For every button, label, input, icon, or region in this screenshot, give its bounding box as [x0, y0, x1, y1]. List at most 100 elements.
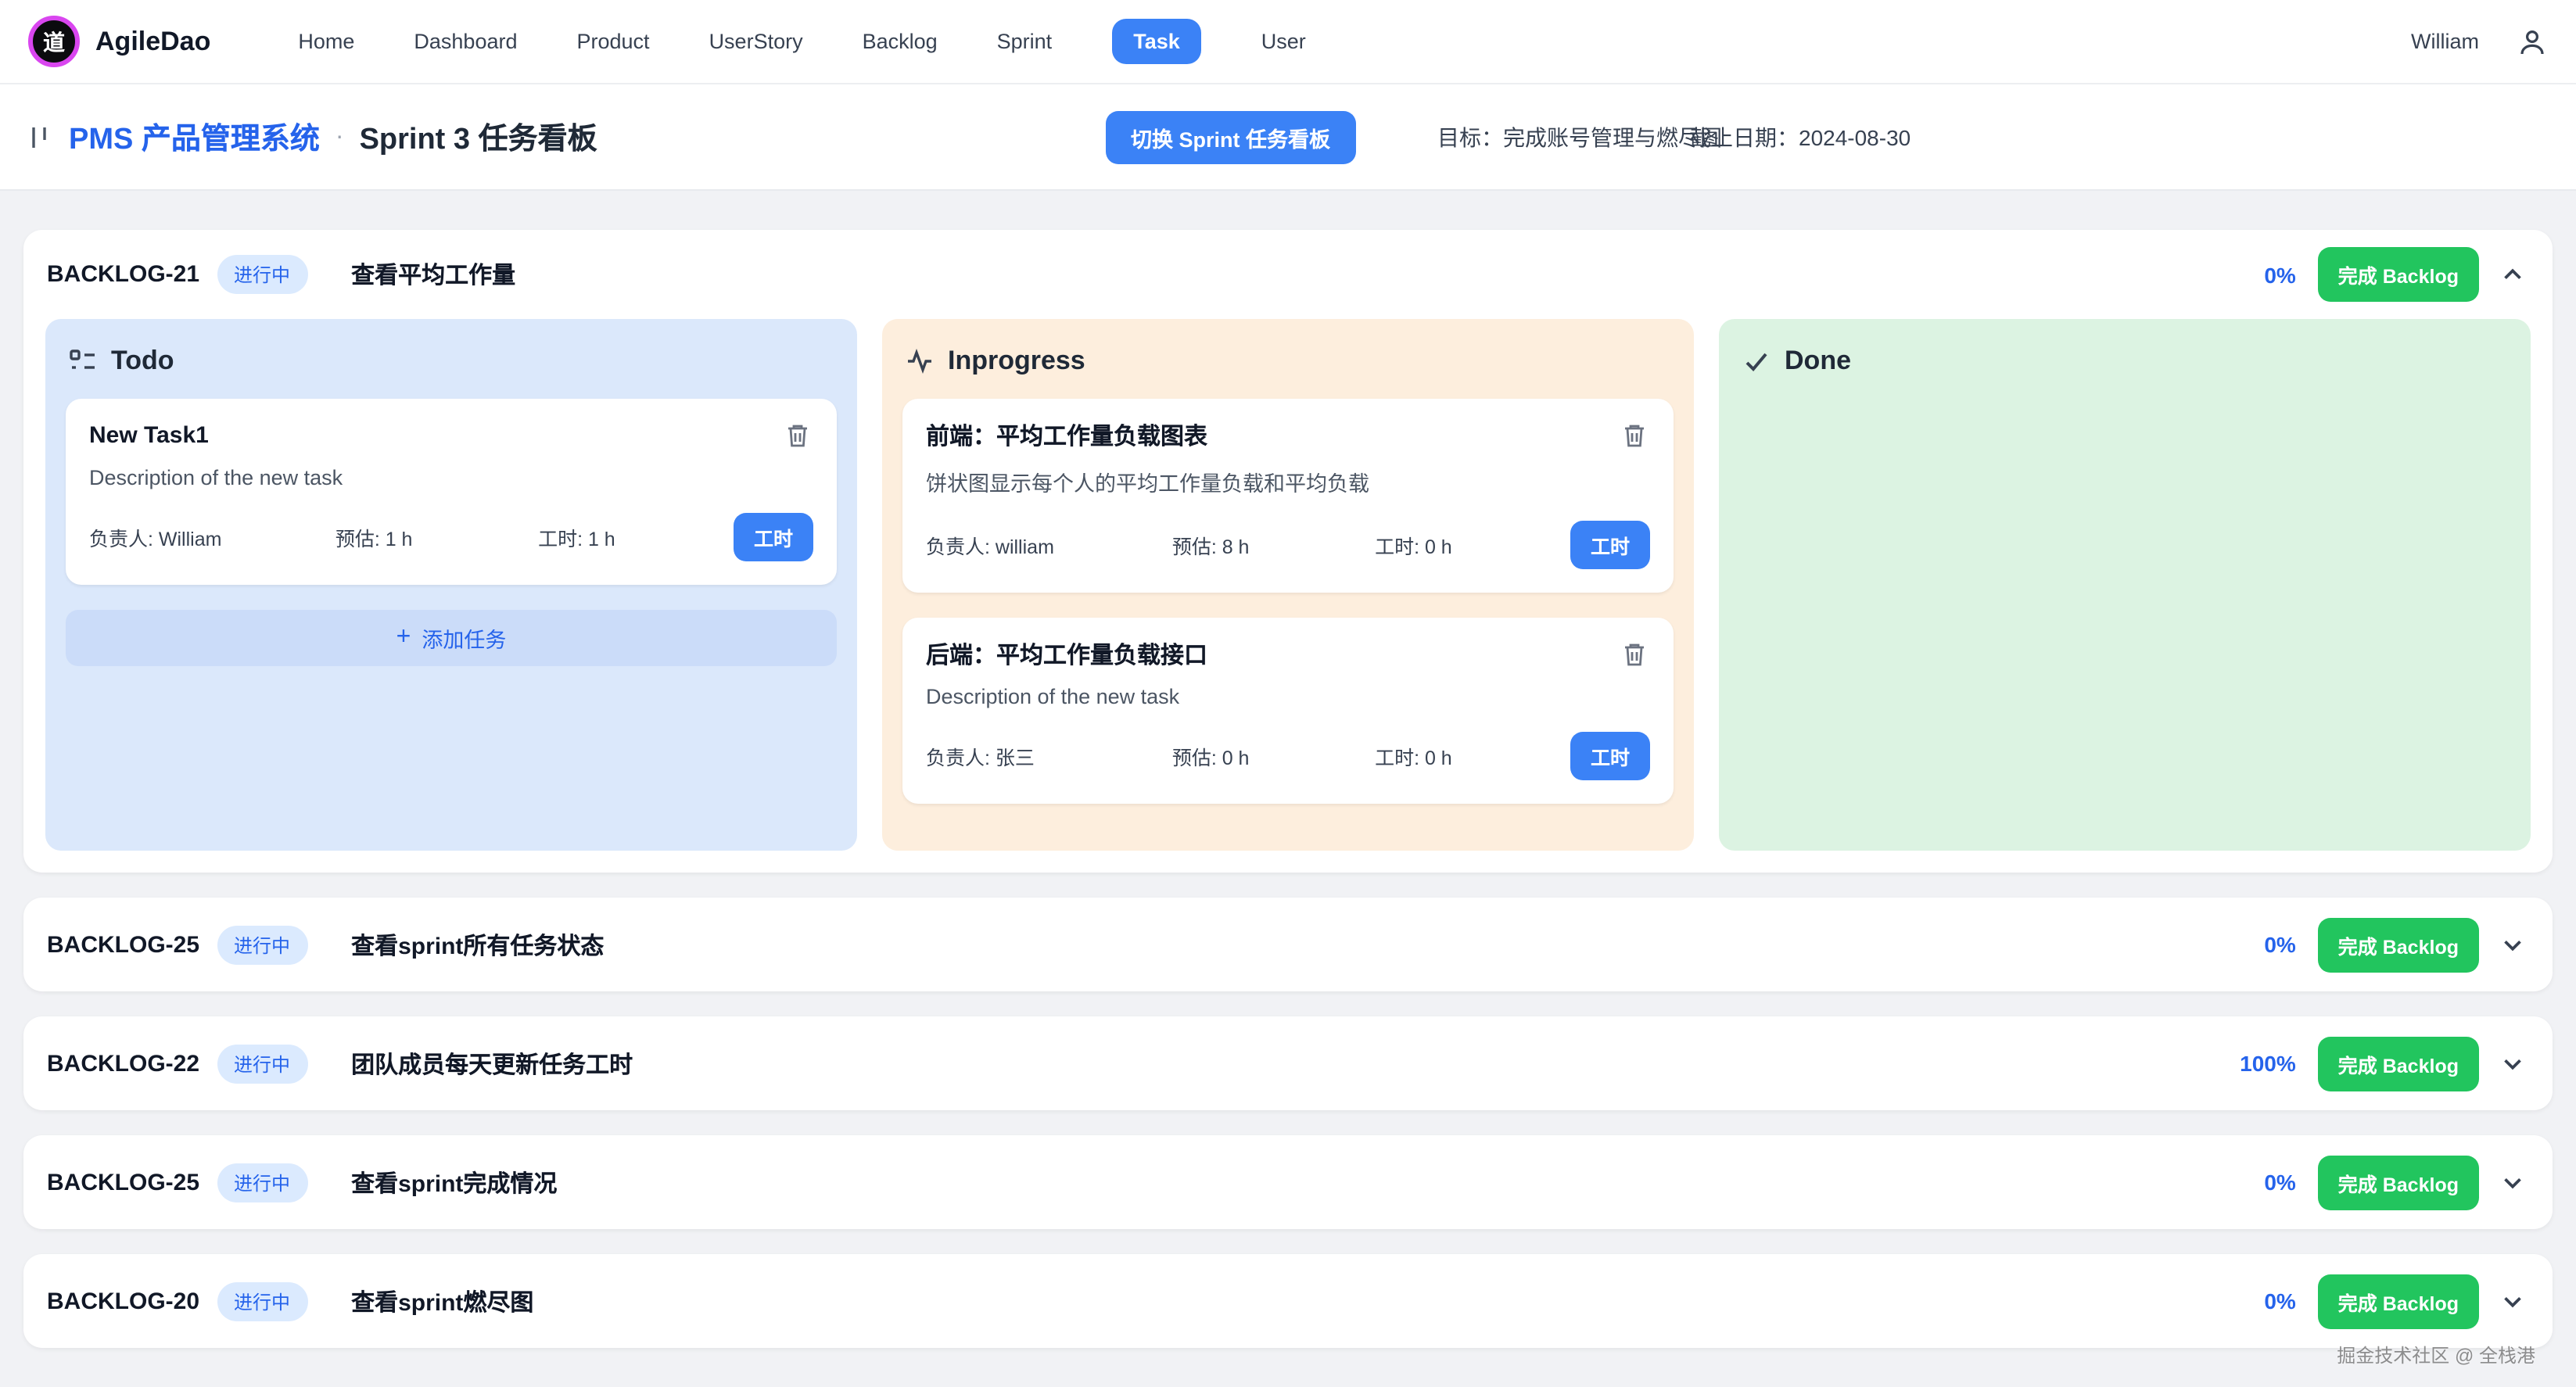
backlog-id: BACKLOG-22 [47, 1050, 199, 1077]
backlog-title: 团队成员每天更新任务工时 [351, 1047, 633, 1080]
app-root: 道 AgileDao Home Dashboard Product UserSt… [0, 0, 2576, 1387]
expand-toggle[interactable] [2496, 1047, 2529, 1080]
nav-item-userstory[interactable]: UserStory [709, 30, 803, 53]
expand-toggle[interactable] [2496, 1285, 2529, 1317]
complete-backlog-button[interactable]: 完成 Backlog [2318, 247, 2479, 302]
plus-icon: + [396, 625, 411, 650]
backlog-header: BACKLOG-22 进行中 团队成员每天更新任务工时 100% 完成 Back… [23, 1016, 2553, 1110]
backlog-card-20: BACKLOG-20 进行中 查看sprint燃尽图 0% 完成 Backlog [23, 1254, 2553, 1348]
sprint-goal: 目标：完成账号管理与燃尽图 [1437, 121, 1722, 152]
complete-backlog-button[interactable]: 完成 Backlog [2318, 917, 2479, 972]
task-meta: 负责人: 张三 预估: 0 h 工时: 0 h 工时 [926, 732, 1650, 780]
nav-item-dashboard[interactable]: Dashboard [414, 30, 517, 53]
nav-item-home[interactable]: Home [298, 30, 354, 53]
delete-task-button[interactable] [1619, 638, 1650, 671]
chevron-up-icon [2499, 261, 2526, 288]
task-card[interactable]: New Task1 Description of the new task 负责… [66, 399, 837, 585]
page-header: PMS 产品管理系统 · Sprint 3 任务看板 切换 Sprint 任务看… [0, 84, 2576, 191]
backlog-title: 查看sprint完成情况 [351, 1166, 557, 1199]
task-description: Description of the new task [89, 466, 813, 489]
add-task-button[interactable]: + 添加任务 [66, 610, 837, 666]
log-hours-button[interactable]: 工时 [1570, 732, 1650, 780]
project-link[interactable]: PMS 产品管理系统 [69, 116, 320, 158]
task-hours: 工时: 1 h [538, 522, 734, 552]
backlog-card-22: BACKLOG-22 进行中 团队成员每天更新任务工时 100% 完成 Back… [23, 1016, 2553, 1110]
column-inprogress-header: Inprogress [906, 346, 1670, 377]
trash-icon [1622, 641, 1647, 668]
backlog-id: BACKLOG-21 [47, 261, 199, 288]
expand-toggle[interactable] [2496, 928, 2529, 961]
collapse-toggle[interactable] [2496, 258, 2529, 291]
chevron-down-icon [2499, 1050, 2526, 1077]
complete-backlog-button[interactable]: 完成 Backlog [2318, 1155, 2479, 1210]
navbar: 道 AgileDao Home Dashboard Product UserSt… [0, 0, 2576, 84]
task-estimate: 预估: 0 h [1172, 741, 1375, 771]
activity-icon [906, 347, 934, 375]
nav-item-sprint[interactable]: Sprint [997, 30, 1053, 53]
task-assignee: 负责人: william [926, 530, 1172, 560]
expand-toggle[interactable] [2496, 1166, 2529, 1199]
task-description: 饼状图显示每个人的平均工作量负载和平均负载 [926, 466, 1650, 497]
delete-task-button[interactable] [782, 419, 813, 452]
progress-percent: 0% [2264, 932, 2295, 957]
progress-percent: 0% [2264, 262, 2295, 287]
progress-percent: 0% [2264, 1170, 2295, 1195]
column-todo: Todo New Task1 Description of the new ta… [45, 319, 857, 851]
kanban-columns: Todo New Task1 Description of the new ta… [23, 319, 2553, 873]
brand-name: AgileDao [95, 26, 210, 57]
backlog-id: BACKLOG-25 [47, 1169, 199, 1195]
task-meta: 负责人: william 预估: 8 h 工时: 0 h 工时 [926, 521, 1650, 569]
backlog-card-25a: BACKLOG-25 进行中 查看sprint所有任务状态 0% 完成 Back… [23, 898, 2553, 991]
current-username: William [2411, 30, 2479, 53]
log-hours-button[interactable]: 工时 [1570, 521, 1650, 569]
task-meta: 负责人: William 预估: 1 h 工时: 1 h 工时 [89, 513, 813, 561]
complete-backlog-button[interactable]: 完成 Backlog [2318, 1274, 2479, 1328]
backlog-header: BACKLOG-25 进行中 查看sprint所有任务状态 0% 完成 Back… [23, 898, 2553, 991]
task-estimate: 预估: 8 h [1172, 530, 1375, 560]
board-title: Sprint 3 任务看板 [360, 116, 597, 158]
status-badge: 进行中 [217, 1044, 307, 1083]
task-card[interactable]: 前端：平均工作量负载图表 饼状图显示每个人的平均工作量负载和平均负载 负责人: … [902, 399, 1674, 593]
task-description: Description of the new task [926, 685, 1650, 708]
backlog-header: BACKLOG-25 进行中 查看sprint完成情况 0% 完成 Backlo… [23, 1135, 2553, 1229]
add-task-label: 添加任务 [422, 622, 506, 654]
backlog-header: BACKLOG-21 进行中 查看平均工作量 0% 完成 Backlog [23, 230, 2553, 319]
nav-item-task[interactable]: Task [1111, 19, 1202, 64]
nav-item-user[interactable]: User [1261, 30, 1306, 53]
task-title: 后端：平均工作量负载接口 [926, 638, 1207, 671]
nav-item-product[interactable]: Product [577, 30, 650, 53]
backlog-title: 查看平均工作量 [351, 258, 515, 291]
column-done-header: Done [1742, 346, 2507, 377]
chevron-down-icon [2499, 1288, 2526, 1314]
status-badge: 进行中 [217, 1281, 307, 1321]
progress-percent: 0% [2264, 1288, 2295, 1314]
sprint-deadline: 截止日期：2024-08-30 [1689, 121, 1910, 152]
task-title: 前端：平均工作量负载图表 [926, 419, 1207, 452]
user-profile-icon[interactable] [2517, 26, 2548, 57]
backlog-header: BACKLOG-20 进行中 查看sprint燃尽图 0% 完成 Backlog [23, 1254, 2553, 1348]
progress-percent: 100% [2240, 1051, 2296, 1076]
backlog-id: BACKLOG-20 [47, 1288, 199, 1314]
chevron-down-icon [2499, 1169, 2526, 1195]
backlog-id: BACKLOG-25 [47, 931, 199, 958]
main-nav: Home Dashboard Product UserStory Backlog… [298, 19, 1305, 64]
trash-icon [785, 422, 810, 449]
column-todo-header: Todo [69, 346, 834, 377]
backlog-card-25b: BACKLOG-25 进行中 查看sprint完成情况 0% 完成 Backlo… [23, 1135, 2553, 1229]
column-todo-label: Todo [111, 346, 174, 377]
watermark: 掘金技术社区 @ 全栈港 [2337, 1342, 2535, 1368]
brand-logo-icon: 道 [28, 16, 80, 67]
task-card[interactable]: 后端：平均工作量负载接口 Description of the new task… [902, 618, 1674, 804]
log-hours-button[interactable]: 工时 [734, 513, 813, 561]
nav-item-backlog[interactable]: Backlog [863, 30, 938, 53]
task-title: New Task1 [89, 422, 209, 449]
column-done: Done [1719, 319, 2531, 851]
status-badge: 进行中 [217, 1163, 307, 1202]
status-badge: 进行中 [217, 925, 307, 964]
backlog-card-21: BACKLOG-21 进行中 查看平均工作量 0% 完成 Backlog [23, 230, 2553, 873]
delete-task-button[interactable] [1619, 419, 1650, 452]
brand-logo-glyph: 道 [43, 26, 65, 57]
complete-backlog-button[interactable]: 完成 Backlog [2318, 1036, 2479, 1091]
switch-sprint-board-button[interactable]: 切换 Sprint 任务看板 [1106, 110, 1355, 163]
column-done-label: Done [1785, 346, 1851, 377]
